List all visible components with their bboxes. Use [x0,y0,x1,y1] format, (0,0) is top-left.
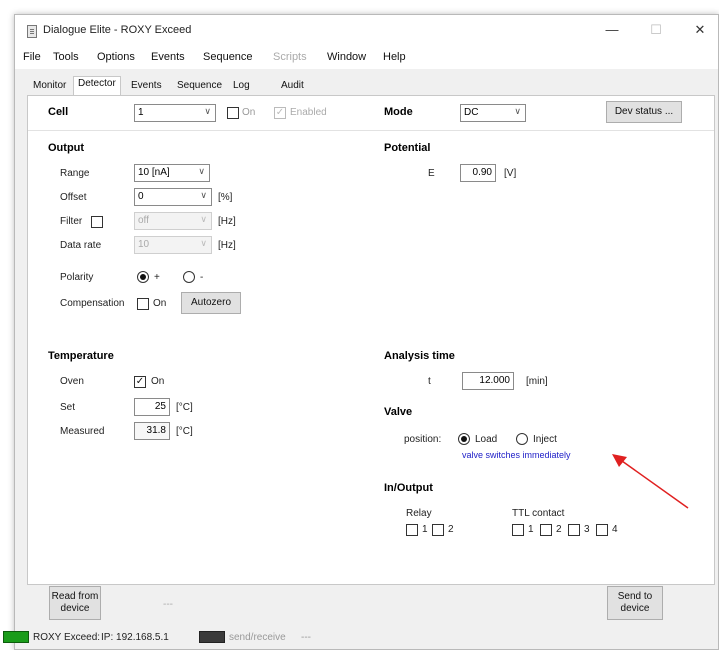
annotation-arrow-icon [612,454,689,509]
arrow-head [612,454,627,467]
arrow-shaft [621,460,689,509]
